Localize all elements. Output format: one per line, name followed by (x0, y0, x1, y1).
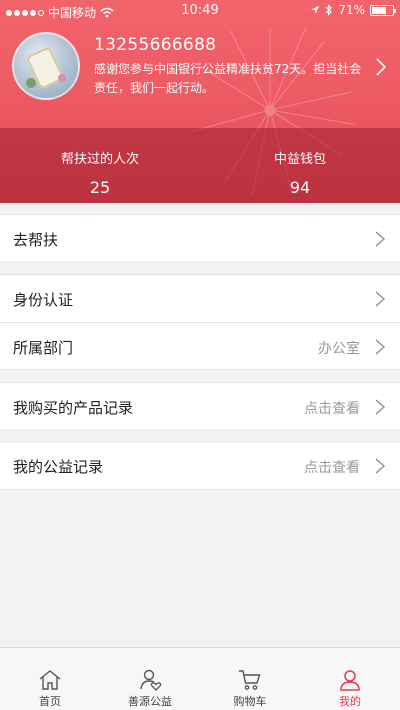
chevron-right-icon (375, 339, 386, 355)
menu-item-charity-records[interactable]: 我的公益记录 点击查看 (0, 442, 400, 489)
participation-message: 感谢您参与中国银行公益精准扶贫72天。担当社会责任，我们一起行动。 (94, 62, 362, 95)
menu-group-purchases: 我购买的产品记录 点击查看 (0, 382, 400, 431)
menu-item-help[interactable]: 去帮扶 (0, 215, 400, 262)
chevron-right-icon[interactable] (374, 56, 388, 78)
view-link[interactable]: 点击查看 (304, 457, 360, 477)
menu-group-help: 去帮扶 (0, 214, 400, 263)
stat-label: 中益钱包 (273, 152, 326, 167)
stat-value: 25 (89, 178, 111, 197)
profile-header: 中国移动 10:49 71% 13255666688 感谢您参与中国银行公益精准… (0, 0, 400, 203)
chevron-right-icon (375, 399, 386, 415)
menu-group-account: 身份认证 所属部门 办公室 (0, 274, 400, 370)
tab-home[interactable]: 首页 (0, 648, 100, 710)
view-link[interactable]: 点击查看 (304, 398, 360, 418)
charity-heart-person-icon (140, 669, 162, 691)
tab-label: 购物车 (233, 695, 267, 708)
stat-value: 94 (289, 178, 311, 197)
tab-cart[interactable]: 购物车 (200, 648, 300, 710)
home-icon (39, 670, 61, 690)
menu-item-label: 去帮扶 (13, 231, 59, 249)
menu-item-label: 所属部门 (13, 339, 74, 357)
chevron-right-icon (375, 231, 386, 247)
tab-bar: 首页 善源公益 购物车 我的 (0, 647, 400, 710)
chevron-right-icon (375, 458, 386, 474)
department-value: 办公室 (318, 341, 360, 357)
menu-item-purchases[interactable]: 我购买的产品记录 点击查看 (0, 383, 400, 430)
person-icon (340, 670, 360, 691)
chevron-right-icon (375, 291, 386, 307)
bluetooth-icon (325, 4, 333, 16)
menu-item-label: 我购买的产品记录 (13, 399, 134, 417)
menu-item-label: 我的公益记录 (13, 458, 104, 476)
location-icon (311, 6, 320, 14)
tab-label: 善源公益 (128, 695, 172, 708)
stat-wallet[interactable]: 中益钱包 94 (200, 128, 400, 203)
profile-summary[interactable]: 13255666688 感谢您参与中国银行公益精准扶贫72天。担当社会责任，我们… (0, 22, 400, 128)
status-bar: 中国移动 10:49 71% (0, 0, 400, 22)
avatar[interactable] (12, 32, 80, 100)
menu-group-charity: 我的公益记录 点击查看 (0, 441, 400, 490)
cart-icon (239, 670, 261, 690)
stat-label: 帮扶过的人次 (60, 152, 139, 167)
tab-label: 首页 (39, 695, 61, 708)
stats-bar: 帮扶过的人次 25 中益钱包 94 (0, 128, 400, 203)
menu-item-label: 身份认证 (13, 291, 74, 309)
tab-label: 我的 (339, 695, 361, 708)
battery-icon (370, 4, 396, 16)
menu-item-identity[interactable]: 身份认证 (0, 275, 400, 322)
menu-item-department[interactable]: 所属部门 办公室 (0, 322, 400, 369)
tab-charity[interactable]: 善源公益 (100, 648, 200, 710)
battery-percent: 71% (338, 3, 365, 17)
tab-mine[interactable]: 我的 (300, 648, 400, 710)
user-phone: 13255666688 (94, 35, 217, 55)
stat-helped-count[interactable]: 帮扶过的人次 25 (0, 128, 200, 203)
